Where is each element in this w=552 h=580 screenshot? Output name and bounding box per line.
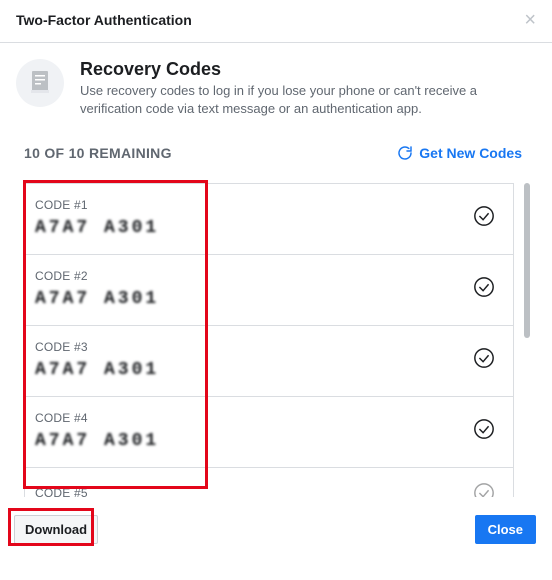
dialog-title: Two-Factor Authentication [16, 12, 192, 28]
document-icon [16, 59, 64, 117]
intro-section: Recovery Codes Use recovery codes to log… [0, 43, 552, 137]
remaining-row: 10 OF 10 REMAINING Get New Codes [0, 137, 552, 169]
code-row: CODE #3 A7A7 A301 [25, 326, 513, 397]
check-icon [473, 347, 495, 374]
close-button[interactable]: Close [475, 515, 536, 544]
scrollbar[interactable] [522, 183, 532, 497]
intro-description: Use recovery codes to log in if you lose… [80, 82, 500, 117]
code-value: A7A7 A301 [35, 289, 159, 309]
code-label: CODE #3 [35, 340, 159, 354]
get-new-codes-label: Get New Codes [419, 145, 522, 161]
code-row: CODE #2 A7A7 A301 [25, 255, 513, 326]
remaining-count: 10 OF 10 REMAINING [24, 145, 172, 161]
scrollbar-thumb[interactable] [524, 183, 530, 338]
refresh-icon [397, 145, 413, 161]
get-new-codes-button[interactable]: Get New Codes [397, 145, 522, 161]
code-value: A7A7 A301 [35, 431, 159, 451]
code-value: A7A7 A301 [35, 360, 159, 380]
code-row: CODE #4 A7A7 A301 [25, 397, 513, 468]
check-icon [473, 418, 495, 445]
code-label: CODE #4 [35, 411, 159, 425]
intro-heading: Recovery Codes [80, 59, 500, 80]
code-label: CODE #2 [35, 269, 159, 283]
codes-area: CODE #1 A7A7 A301 CODE #2 A7A7 A301 CODE… [24, 183, 532, 497]
intro-text: Recovery Codes Use recovery codes to log… [80, 59, 500, 117]
code-label: CODE #1 [35, 198, 159, 212]
check-icon [473, 276, 495, 303]
dialog-footer: Download Close [0, 497, 552, 544]
dialog-header: Two-Factor Authentication × [0, 0, 552, 43]
close-icon[interactable]: × [524, 10, 536, 30]
download-button[interactable]: Download [14, 515, 98, 544]
code-label: CODE #5 [35, 486, 88, 498]
code-row: CODE #5 [25, 468, 513, 497]
code-value: A7A7 A301 [35, 218, 159, 238]
check-icon [473, 205, 495, 232]
code-row: CODE #1 A7A7 A301 [25, 184, 513, 255]
check-icon [473, 482, 495, 497]
codes-list[interactable]: CODE #1 A7A7 A301 CODE #2 A7A7 A301 CODE… [24, 183, 514, 497]
